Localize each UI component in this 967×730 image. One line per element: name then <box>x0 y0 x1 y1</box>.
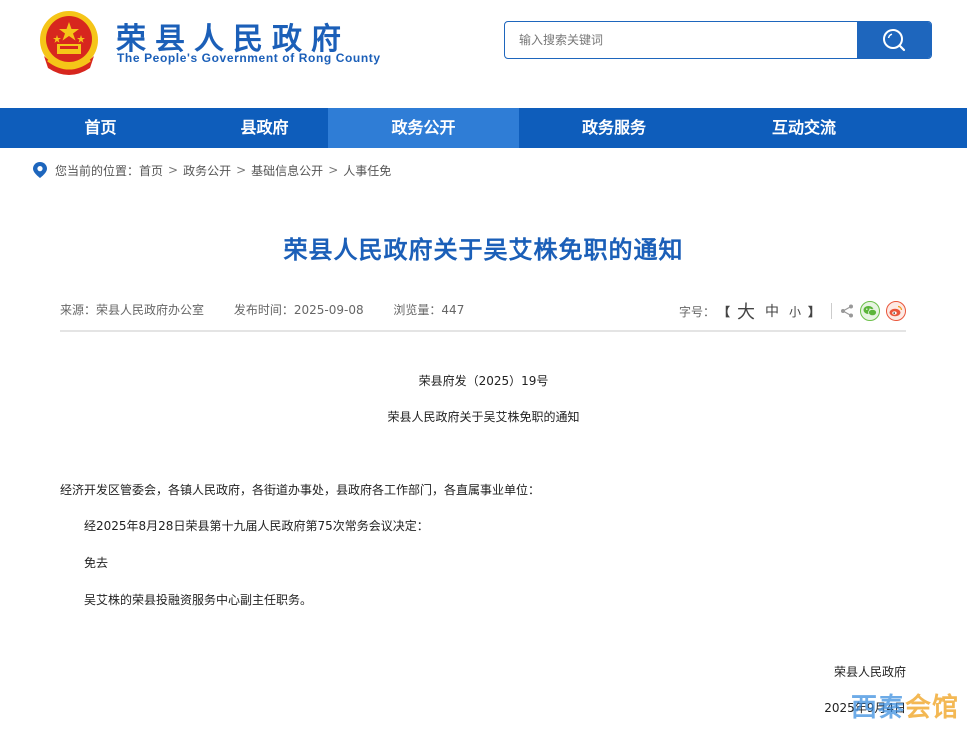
nav-item-government-services[interactable]: 政务服务 <box>519 108 709 148</box>
nav-item-county-government[interactable]: 县政府 <box>201 108 328 148</box>
search-input[interactable] <box>505 22 857 58</box>
breadcrumb-personnel[interactable]: 人事任免 <box>343 162 391 179</box>
site-header: 荣县人民政府 The People's Government of Rong C… <box>0 0 967 108</box>
location-pin-icon <box>33 162 47 178</box>
article-title: 荣县人民政府关于吴艾株免职的通知 <box>283 236 684 264</box>
document-paragraph: 经2025年8月28日荣县第十九届人民政府第75次常务会议决定： <box>84 519 429 533</box>
document-title: 荣县人民政府关于吴艾株免职的通知 <box>387 410 580 424</box>
bracket-open: 【 <box>717 304 730 319</box>
national-emblem-icon <box>40 11 98 75</box>
breadcrumb-home[interactable]: 首页 <box>139 162 163 179</box>
nav-item-home[interactable]: 首页 <box>0 108 201 148</box>
share-icon[interactable] <box>840 304 854 318</box>
breadcrumb-separator: > <box>236 163 247 177</box>
watermark-part1: 西秦 <box>850 693 905 723</box>
watermark-part2: 会馆 <box>904 693 959 723</box>
search-icon <box>883 29 906 52</box>
weibo-share-icon[interactable] <box>886 301 906 321</box>
document-number: 荣县府发（2025）19号 <box>418 374 549 388</box>
article-source: 来源：荣县人民政府办公室 <box>60 303 205 317</box>
watermark-logo: 西秦会馆 <box>851 687 959 724</box>
nav-item-government-affairs[interactable]: 政务公开 <box>328 108 519 148</box>
breadcrumb: 您当前的位置： 首页 > 政务公开 > 基础信息公开 > 人事任免 <box>33 160 391 180</box>
breadcrumb-separator: > <box>328 163 339 177</box>
main-nav: 首页 县政府 政务公开 政务服务 互动交流 <box>0 108 967 148</box>
meta-divider-line <box>60 330 906 332</box>
document-paragraph: 吴艾株的荣县投融资服务中心副主任职务。 <box>84 593 313 607</box>
font-size-label: 字号： <box>678 304 715 319</box>
font-size-small-button[interactable]: 小 <box>789 303 801 320</box>
meta-divider <box>831 303 832 319</box>
breadcrumb-prefix: 您当前的位置： <box>55 163 140 178</box>
breadcrumb-basic-info[interactable]: 基础信息公开 <box>251 162 323 179</box>
font-size-medium-button[interactable]: 中 <box>765 301 779 321</box>
document-paragraph: 免去 <box>84 556 109 570</box>
breadcrumb-separator: > <box>168 163 179 177</box>
search-button[interactable] <box>857 22 931 58</box>
article-views: 浏览量：447 <box>393 303 465 317</box>
article-publish-date: 发布时间：2025-09-08 <box>233 303 364 317</box>
bracket-close: 】 <box>807 304 820 319</box>
wechat-share-icon[interactable] <box>860 301 880 321</box>
document-addressee: 经济开发区管委会，各镇人民政府，各街道办事处，县政府各工作部门，各直属事业单位： <box>60 483 541 497</box>
nav-item-interaction[interactable]: 互动交流 <box>709 108 899 148</box>
search-box <box>504 21 932 59</box>
document-signature: 荣县人民政府 <box>833 665 906 679</box>
site-title-en: The People's Government of Rong County <box>117 51 381 65</box>
article-meta: 来源：荣县人民政府办公室 发布时间：2025-09-08 浏览量：447 字号：… <box>60 298 906 323</box>
breadcrumb-government-affairs[interactable]: 政务公开 <box>183 162 231 179</box>
font-size-large-button[interactable]: 大 <box>737 298 755 324</box>
